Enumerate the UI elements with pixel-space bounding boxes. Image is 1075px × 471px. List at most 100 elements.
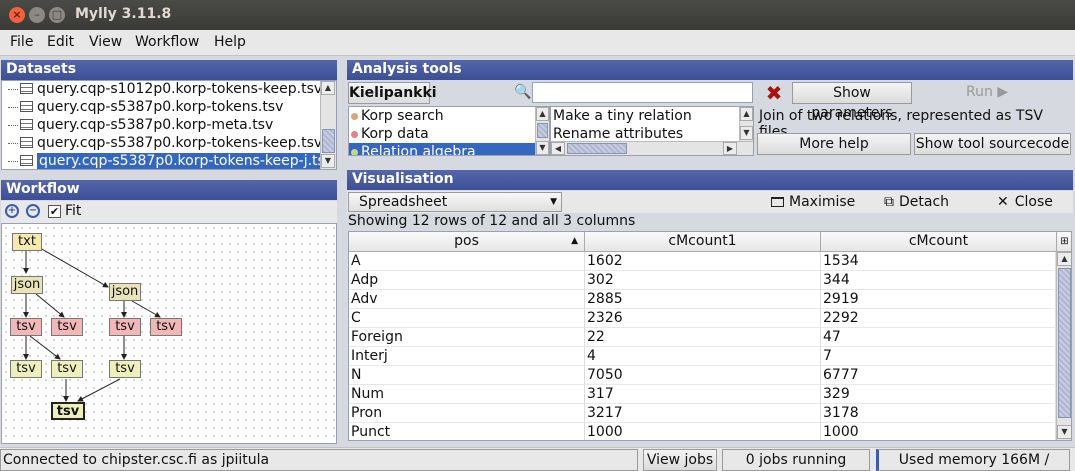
table-cell[interactable]: 344 — [821, 271, 1056, 290]
workflow-node[interactable]: json — [109, 283, 141, 301]
spreadsheet-table: pos ▲ cMcount1 cMcount ⊞ A 1602 1534 Adp 302… — [348, 231, 1072, 441]
scroll-down-icon[interactable]: ▼ — [740, 126, 753, 140]
column-header-cmcount[interactable]: cMcount — [821, 232, 1057, 252]
show-parameters-button[interactable]: Show parameters — [792, 82, 912, 121]
table-cell[interactable]: 22 — [585, 328, 821, 347]
column-header-pos[interactable]: pos ▲ — [349, 232, 585, 252]
table-cell[interactable]: 3217 — [585, 404, 821, 423]
sort-ascending-icon: ▲ — [571, 236, 578, 246]
category-item[interactable]: Korp data — [349, 125, 535, 143]
scroll-down-icon[interactable]: ▼ — [321, 154, 335, 168]
workflow-node[interactable]: txt — [12, 233, 42, 251]
table-cell[interactable]: 47 — [821, 328, 1056, 347]
table-cell[interactable]: 302 — [585, 271, 821, 290]
zoom-out-icon[interactable]: − — [26, 204, 40, 218]
dataset-item[interactable]: query.cqp-s5387p0.korp-meta.tsv — [8, 117, 273, 135]
menu-workflow[interactable]: Workflow — [135, 34, 199, 50]
scroll-up-icon[interactable]: ▲ — [321, 81, 335, 95]
workflow-node[interactable]: tsv — [51, 360, 83, 378]
scroll-thumb[interactable] — [322, 129, 335, 153]
table-cell[interactable]: C — [349, 309, 585, 328]
tool-scrollbar[interactable]: ▲ ▼ — [739, 107, 753, 141]
datasets-scrollbar[interactable]: ▲ ▼ — [320, 81, 336, 169]
category-item[interactable]: Korp search — [349, 107, 535, 125]
close-visualisation-button[interactable]: ✕ Close — [997, 191, 1053, 213]
category-item-selected[interactable]: Relation algebra — [349, 143, 535, 155]
scroll-thumb[interactable] — [1058, 268, 1071, 418]
scroll-up-icon[interactable]: ▲ — [740, 107, 753, 121]
workflow-node[interactable]: tsv — [109, 360, 141, 378]
tool-hscrollbar[interactable]: ◀ ▶ — [551, 141, 753, 155]
dataset-item[interactable]: query.cqp-s1012p0.korp-tokens-keep.tsv — [8, 81, 322, 99]
table-cell[interactable]: Interj — [349, 347, 585, 366]
table-cell[interactable]: 1000 — [585, 423, 821, 440]
visualisation-method-select[interactable]: Spreadsheet ▼ — [348, 192, 562, 212]
fit-checkbox[interactable]: ✔ — [48, 205, 61, 218]
minimize-window-button[interactable]: – — [29, 7, 45, 23]
run-button[interactable]: Run ▶ — [966, 84, 1008, 100]
maximize-window-button[interactable]: □ — [49, 7, 65, 23]
table-cell[interactable]: 2326 — [585, 309, 821, 328]
menu-edit[interactable]: Edit — [47, 34, 74, 50]
column-header-cmcount1[interactable]: cMcount1 — [585, 232, 821, 252]
tool-item[interactable]: Make a tiny relation — [553, 107, 692, 125]
menu-view[interactable]: View — [89, 34, 122, 50]
workflow-node[interactable]: tsv — [10, 360, 42, 378]
scroll-left-icon[interactable]: ◀ — [551, 142, 565, 155]
scroll-up-icon[interactable]: ▲ — [1057, 252, 1071, 266]
table-cell[interactable]: N — [349, 366, 585, 385]
close-window-button[interactable]: × — [9, 7, 25, 23]
detach-button[interactable]: ⧉ Detach — [884, 191, 949, 213]
column-control-icon[interactable]: ⊞ — [1057, 232, 1071, 252]
table-cell[interactable]: Punct — [349, 423, 585, 440]
table-cell[interactable]: Num — [349, 385, 585, 404]
show-tool-sourcecode-button[interactable]: Show tool sourcecode — [914, 133, 1071, 155]
table-cell[interactable]: 1534 — [821, 252, 1056, 271]
module-tab-kielipankki[interactable]: Kielipankki — [348, 82, 437, 104]
table-cell[interactable]: 7050 — [585, 366, 821, 385]
view-jobs-button[interactable]: View jobs — [643, 449, 717, 471]
scroll-up-icon[interactable]: ▲ — [536, 107, 549, 121]
scroll-down-icon[interactable]: ▼ — [1057, 425, 1071, 439]
table-cell[interactable]: 6777 — [821, 366, 1056, 385]
workflow-node[interactable]: tsv — [150, 318, 182, 336]
maximise-button[interactable]: Maximise — [771, 191, 855, 213]
clear-search-icon[interactable]: ✖ — [762, 82, 786, 104]
category-dot-icon — [351, 149, 358, 155]
workflow-node[interactable]: tsv — [10, 318, 42, 336]
table-cell[interactable]: 2885 — [585, 290, 821, 309]
table-cell[interactable]: 4 — [585, 347, 821, 366]
table-cell[interactable]: 2292 — [821, 309, 1056, 328]
dataset-item[interactable]: query.cqp-s5387p0.korp-tokens.tsv — [8, 99, 283, 117]
table-cell[interactable]: 1000 — [821, 423, 1056, 440]
table-cell[interactable]: Foreign — [349, 328, 585, 347]
table-cell[interactable]: Adp — [349, 271, 585, 290]
scroll-right-icon[interactable]: ▶ — [723, 142, 737, 155]
table-cell[interactable]: Adv — [349, 290, 585, 309]
table-cell[interactable]: 2919 — [821, 290, 1056, 309]
table-cell[interactable]: Pron — [349, 404, 585, 423]
tool-search-input[interactable] — [532, 82, 753, 103]
dataset-item[interactable]: query.cqp-s5387p0.korp-tokens-keep.tsv — [8, 135, 322, 153]
table-cell[interactable]: 329 — [821, 385, 1056, 404]
workflow-canvas[interactable]: txt json json tsv tsv tsv tsv tsv tsv ts… — [1, 223, 337, 444]
more-help-button[interactable]: More help — [757, 133, 911, 155]
menu-help[interactable]: Help — [214, 34, 246, 50]
dataset-item-selected[interactable]: query.cqp-s5387p0.korp-tokens-keep-j.tsv — [8, 153, 336, 169]
zoom-in-icon[interactable]: + — [5, 204, 19, 218]
workflow-node-selected[interactable]: tsv — [51, 402, 85, 420]
table-scrollbar[interactable]: ▲ ▼ — [1056, 252, 1071, 440]
category-scrollbar[interactable]: ▲ ▼ — [535, 107, 549, 155]
workflow-node[interactable]: tsv — [109, 318, 141, 336]
scroll-thumb[interactable] — [537, 123, 548, 138]
scroll-thumb[interactable] — [567, 143, 627, 154]
table-cell[interactable]: 7 — [821, 347, 1056, 366]
table-cell[interactable]: 1602 — [585, 252, 821, 271]
table-cell[interactable]: A — [349, 252, 585, 271]
table-cell[interactable]: 3178 — [821, 404, 1056, 423]
scroll-down-icon[interactable]: ▼ — [536, 141, 549, 155]
workflow-node[interactable]: json — [11, 276, 43, 294]
table-cell[interactable]: 317 — [585, 385, 821, 404]
workflow-node[interactable]: tsv — [51, 318, 83, 336]
menu-file[interactable]: File — [10, 34, 33, 50]
